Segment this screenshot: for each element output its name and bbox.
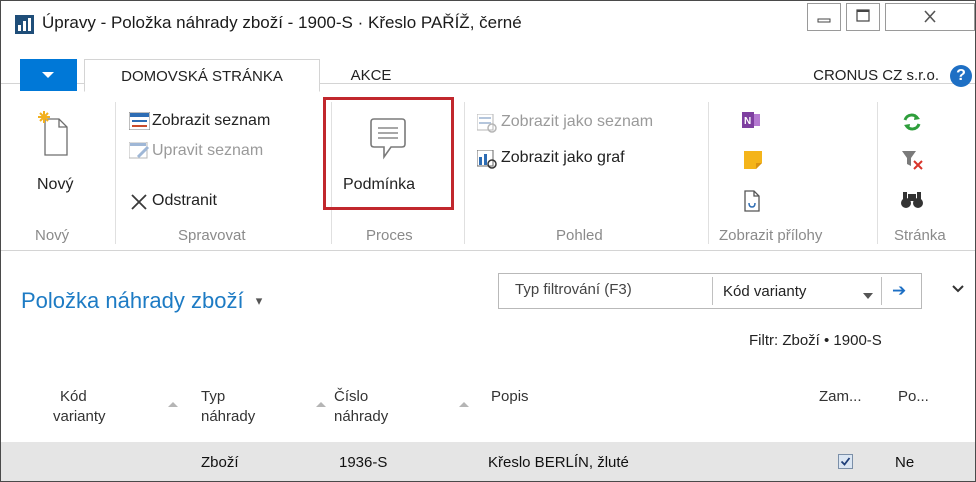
column-header-description[interactable]: Popis [491,387,529,407]
column-header-line: varianty [53,408,106,425]
column-header-line: náhrady [334,408,389,425]
column-header-line: Číslo [334,388,369,405]
column-header-line: Kód [60,388,87,405]
chevron-down-icon[interactable]: ▾ [256,293,263,308]
sort-icon [459,402,469,407]
separator [464,102,465,244]
cell-substitute-no[interactable]: 1936-S [339,454,387,471]
group-attachments-label: Zobrazit přílohy [719,227,823,244]
tab-home[interactable]: DOMOVSKÁ STRÁNKA [84,59,320,92]
interchangeable-checkbox[interactable] [838,454,853,469]
app-icon [15,15,34,34]
company-name[interactable]: CRONUS CZ s.r.o. [813,59,939,92]
cell-condition[interactable]: Ne [895,454,914,471]
column-header-line: náhrady [201,408,256,425]
help-icon[interactable]: ? [950,65,972,87]
separator [708,102,709,244]
column-header-substitute-no[interactable]: Číslo náhrady [334,387,388,427]
show-list-icon [129,112,150,130]
show-list-button[interactable]: Zobrazit seznam [152,112,270,130]
title-bar: Úpravy - Položka náhrady zboží - 1900-S … [1,1,975,47]
group-page-label: Stránka [894,227,946,244]
sort-icon [168,402,178,407]
delete-button[interactable]: Odstranit [152,192,217,210]
window-title: Úpravy - Položka náhrady zboží - 1900-S … [42,13,522,32]
filter-info: Filtr: Zboží • 1900-S [749,332,882,349]
note-icon[interactable] [742,149,764,171]
window: Úpravy - Položka náhrady zboží - 1900-S … [0,0,976,482]
close-button[interactable] [885,3,975,31]
refresh-icon[interactable] [901,111,923,133]
column-header-substitute-type[interactable]: Typ náhrady [201,387,255,427]
app-menu-button[interactable] [20,59,77,91]
sort-icon [316,402,326,407]
edit-list-button[interactable]: Upravit seznam [152,142,263,160]
collapse-chevron-icon[interactable] [951,284,965,294]
clear-filter-icon[interactable] [901,149,923,171]
chevron-down-icon [42,72,54,78]
show-as-list-icon [477,114,497,133]
column-header-line: Typ [201,388,226,405]
filter-search-input[interactable]: Typ filtrování (F3) [515,281,632,298]
show-as-chart-icon [477,150,497,169]
chevron-down-icon[interactable] [863,293,873,299]
show-as-list-button[interactable]: Zobrazit jako seznam [501,113,653,131]
show-as-chart-button[interactable]: Zobrazit jako graf [501,149,625,167]
tab-actions[interactable]: AKCE [336,59,406,92]
column-header-interchangeable[interactable]: Zam... [819,387,862,407]
checkmark-icon [840,457,851,466]
group-view-label: Pohled [556,227,603,244]
group-process-label: Proces [366,227,413,244]
page-title-text: Položka náhrady zboží [21,288,244,313]
filter-divider [712,277,713,305]
attachment-icon[interactable] [742,189,762,213]
separator [115,102,116,244]
new-doc-icon[interactable] [37,109,71,159]
column-header-condition[interactable]: Po... [898,387,929,407]
delete-x-icon [131,194,147,210]
filter-divider [881,277,882,305]
page-title[interactable]: Položka náhrady zboží ▾ [21,288,262,314]
filter-go-arrow-icon[interactable]: ➔ [892,281,906,301]
new-button[interactable]: Nový [37,176,73,194]
maximize-button[interactable] [846,3,880,31]
cell-substitute-type[interactable]: Zboží [201,454,239,471]
edit-list-icon [129,142,150,159]
filter-field-select[interactable]: Kód varianty [723,283,806,300]
find-icon[interactable] [900,190,924,210]
column-header-variant-code[interactable]: Kód varianty [53,387,106,427]
svg-text:N: N [744,116,751,127]
highlight-frame [323,97,454,210]
onenote-icon[interactable]: N [740,110,764,132]
group-manage-label: Spravovat [178,227,246,244]
cell-description[interactable]: Křeslo BERLÍN, žluté [488,454,629,471]
separator [877,102,878,244]
minimize-button[interactable] [807,3,841,31]
group-new-label: Nový [35,227,70,244]
